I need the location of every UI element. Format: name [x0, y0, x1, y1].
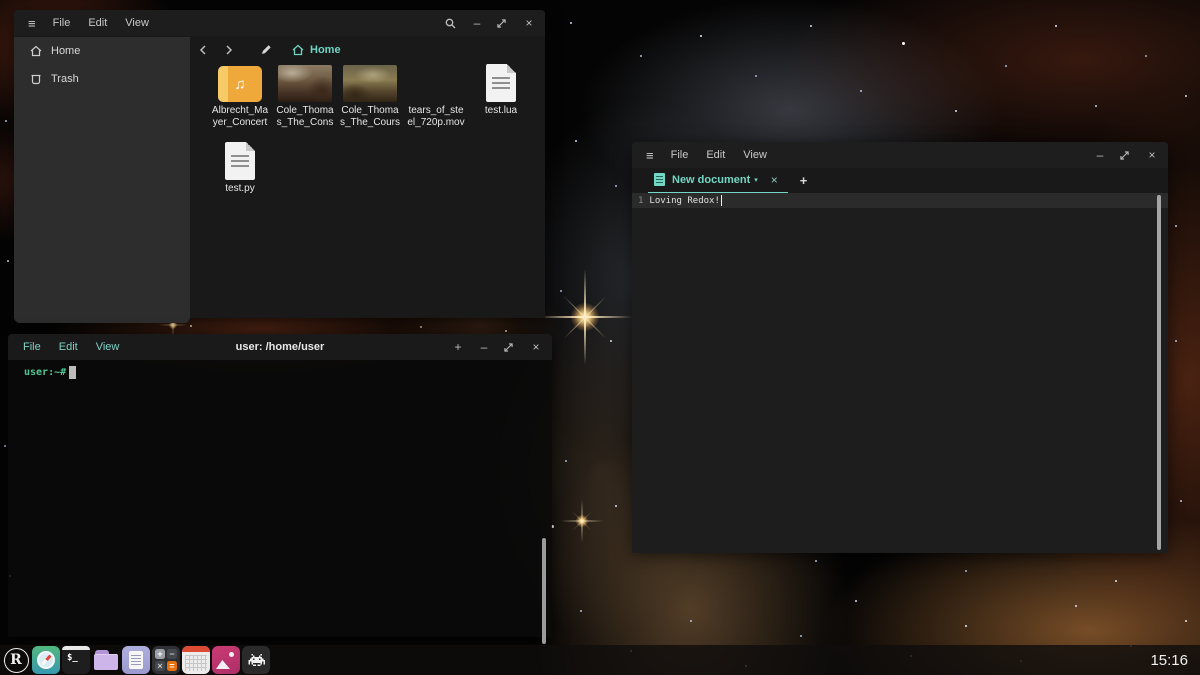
back-button[interactable] [190, 44, 216, 56]
file-manager-toolbar: Home [190, 40, 545, 60]
editor-text-area[interactable]: 1 Loving Redox! [632, 193, 1168, 553]
terminal-cursor [69, 366, 77, 379]
terminal-button[interactable]: $_ [62, 646, 90, 674]
file-name: Albrecht_Ma yer_Concert [211, 105, 269, 128]
image-thumbnail [343, 65, 397, 102]
new-tab-button[interactable]: + [800, 173, 808, 188]
file-item-tears-of-steel[interactable]: tears_of_ste el_720p.mov [402, 62, 470, 128]
edit-menu[interactable]: Edit [697, 149, 734, 161]
view-menu[interactable]: View [87, 341, 129, 353]
close-button[interactable]: × [523, 10, 535, 36]
editor-window: ≡ File Edit View – × New document ▾ × + [632, 142, 1168, 553]
new-tab-button[interactable]: + [452, 334, 464, 360]
view-menu[interactable]: View [116, 17, 158, 29]
document-file-icon [225, 142, 255, 180]
file-item-cole-cons[interactable]: Cole_Thoma s_The_Cons [271, 62, 339, 128]
edit-menu[interactable]: Edit [79, 17, 116, 29]
launcher-button[interactable]: R [2, 646, 30, 674]
terminal-titlebar[interactable]: File Edit View user: /home/user + – × [8, 334, 552, 360]
file-item-albrecht[interactable]: ♫ Albrecht_Ma yer_Concert [206, 62, 274, 128]
starfield-bright [0, 0, 3, 3]
calculator-icon: + − × = [155, 649, 177, 671]
close-button[interactable]: × [1146, 142, 1158, 168]
file-item-cole-cours[interactable]: Cole_Thoma s_The_Cours [336, 62, 404, 128]
terminal-prompt-line: user:~# [24, 366, 77, 379]
text-cursor [720, 195, 722, 206]
forward-button[interactable] [216, 44, 242, 56]
trash-icon [31, 74, 41, 85]
sidebar-item-home[interactable]: Home [14, 37, 190, 65]
desktop: ≡ File Edit View – × Home Trash Home ♫ A… [0, 0, 1200, 675]
photo-icon [229, 652, 234, 657]
close-button[interactable]: × [530, 334, 542, 360]
search-icon[interactable] [445, 18, 457, 29]
file-manager-window: ≡ File Edit View – × Home Trash Home ♫ A… [14, 10, 545, 323]
game-button[interactable] [242, 646, 270, 674]
maximize-button[interactable] [504, 342, 516, 352]
editor-tabbar: New document ▾ × + [632, 167, 1168, 194]
audio-file-icon: ♫ [218, 66, 262, 102]
view-menu[interactable]: View [734, 149, 776, 161]
maximize-button[interactable] [1120, 150, 1132, 160]
file-menu[interactable]: File [14, 341, 50, 353]
redox-logo-icon: R [3, 647, 29, 673]
editor-titlebar[interactable]: ≡ File Edit View – × [632, 142, 1168, 168]
calendar-icon [182, 646, 210, 652]
file-item-test-py[interactable]: test.py [206, 140, 274, 195]
editor-button[interactable] [122, 646, 150, 674]
edit-menu[interactable]: Edit [50, 341, 87, 353]
terminal-scrollbar[interactable] [542, 538, 546, 644]
file-name: Cole_Thoma s_The_Cons [276, 105, 334, 128]
line-number: 1 [638, 195, 644, 206]
file-name: test.lua [484, 105, 518, 116]
terminal-window: File Edit View user: /home/user + – × us… [8, 334, 552, 644]
editor-scrollbar[interactable] [1157, 195, 1161, 550]
sidebar-item-label: Trash [51, 73, 79, 85]
hamburger-menu-icon[interactable]: ≡ [14, 16, 44, 31]
file-manager-sidebar: Home Trash [14, 37, 190, 323]
line-text: Loving Redox! [649, 195, 720, 206]
hamburger-menu-icon[interactable]: ≡ [632, 148, 662, 163]
sidebar-item-trash[interactable]: Trash [14, 65, 190, 93]
video-file-icon [409, 65, 463, 102]
calendar-button[interactable] [182, 646, 210, 674]
tab-new-document[interactable]: New document ▾ × [648, 167, 788, 194]
edit-path-button[interactable] [252, 44, 280, 56]
maximize-button[interactable] [497, 18, 509, 28]
files-button[interactable] [92, 646, 120, 674]
file-name: test.py [225, 183, 255, 194]
taskbar-clock: 15:16 [1150, 651, 1188, 669]
space-invader-icon [247, 654, 265, 666]
taskbar: R $_ + − × = 15:16 [0, 645, 1200, 675]
image-viewer-button[interactable] [212, 646, 240, 674]
terminal-prompt: user:~# [24, 367, 67, 378]
file-name: Cole_Thoma s_The_Cours [339, 105, 401, 128]
tab-close-button[interactable]: × [771, 173, 778, 187]
sidebar-item-label: Home [51, 45, 81, 57]
tab-label: New document [672, 173, 751, 186]
file-name: tears_of_ste el_720p.mov [407, 105, 465, 128]
breadcrumb[interactable]: Home [292, 44, 341, 56]
home-icon [30, 45, 42, 57]
document-file-icon [486, 64, 516, 102]
minimize-button[interactable]: – [471, 10, 483, 36]
terminal-content[interactable]: user:~# [8, 360, 552, 644]
file-menu[interactable]: File [44, 17, 80, 29]
file-manager-titlebar[interactable]: ≡ File Edit View – × [14, 10, 545, 36]
document-icon [654, 173, 665, 186]
minimize-button[interactable]: – [1094, 142, 1106, 168]
terminal-icon [62, 646, 90, 650]
browser-button[interactable] [32, 646, 60, 674]
tab-dropdown-caret-icon[interactable]: ▾ [754, 176, 758, 184]
minimize-button[interactable]: – [478, 334, 490, 360]
image-thumbnail [278, 65, 332, 102]
file-menu[interactable]: File [662, 149, 698, 161]
document-icon [129, 651, 143, 669]
taskbar-icons: R $_ + − × = [0, 646, 270, 674]
calculator-button[interactable]: + − × = [152, 646, 180, 674]
editor-active-line: 1 Loving Redox! [632, 193, 1168, 208]
file-item-test-lua[interactable]: test.lua [467, 62, 535, 117]
home-icon [292, 44, 304, 56]
breadcrumb-label: Home [310, 44, 341, 56]
